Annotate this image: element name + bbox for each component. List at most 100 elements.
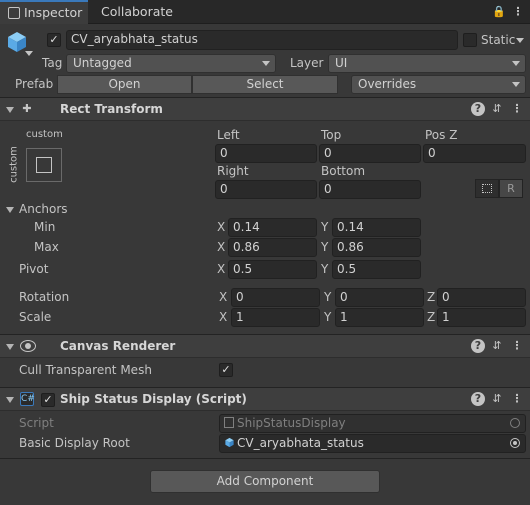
script-enabled-checkbox[interactable]: ✓ bbox=[41, 393, 55, 407]
bottom-field[interactable]: 0 bbox=[319, 180, 421, 199]
chevron-down-icon bbox=[262, 61, 270, 66]
foldout-arrow-icon[interactable] bbox=[6, 107, 14, 113]
right-value: 0 bbox=[220, 182, 228, 196]
object-name-field[interactable]: CV_aryabhata_status bbox=[66, 30, 458, 50]
max-y-value: 0.86 bbox=[337, 240, 364, 254]
rotation-z-value: 0 bbox=[442, 290, 450, 304]
tag-dropdown[interactable]: Untagged bbox=[66, 54, 276, 73]
prefab-select-button[interactable]: Select bbox=[192, 75, 338, 94]
presets-icon[interactable]: ⇵ bbox=[490, 392, 504, 406]
posz-field[interactable]: 0 bbox=[423, 144, 526, 163]
left-label: Left bbox=[217, 128, 240, 142]
max-x-field[interactable]: 0.86 bbox=[228, 238, 317, 257]
component-menu-icon[interactable]: ⋮ bbox=[510, 102, 524, 116]
help-icon[interactable]: ? bbox=[471, 102, 485, 116]
right-label: Right bbox=[217, 164, 249, 178]
bottom-value: 0 bbox=[324, 182, 332, 196]
basic-display-root-field[interactable]: CV_aryabhata_status bbox=[219, 434, 526, 453]
component-menu-icon[interactable]: ⋮ bbox=[510, 339, 524, 353]
tab-inspector[interactable]: Inspector bbox=[0, 0, 88, 24]
script-icon: C# bbox=[20, 392, 35, 406]
rotation-z-label: Z bbox=[427, 290, 436, 304]
inspector-icon bbox=[8, 7, 20, 19]
raw-edit-button[interactable]: R bbox=[499, 179, 523, 198]
scale-x-field[interactable]: 1 bbox=[231, 308, 320, 327]
top-field[interactable]: 0 bbox=[319, 144, 421, 163]
static-dropdown-icon[interactable] bbox=[516, 38, 524, 43]
ship-status-display-title: Ship Status Display (Script) bbox=[60, 392, 247, 406]
min-y-field[interactable]: 0.14 bbox=[332, 218, 421, 237]
component-menu-icon[interactable]: ⋮ bbox=[510, 392, 524, 406]
min-y-value: 0.14 bbox=[337, 220, 364, 234]
ship-status-display-header[interactable]: C# ✓ Ship Status Display (Script) ? ⇵ ⋮ bbox=[0, 387, 530, 411]
scale-z-value: 1 bbox=[442, 310, 450, 324]
blueprint-icon bbox=[482, 184, 492, 193]
scale-z-field[interactable]: 1 bbox=[437, 308, 526, 327]
icon-dropdown-icon[interactable] bbox=[25, 51, 33, 56]
tab-collaborate[interactable]: Collaborate bbox=[101, 0, 191, 24]
top-label: Top bbox=[321, 128, 342, 142]
pivot-x-field[interactable]: 0.5 bbox=[228, 260, 317, 279]
pivot-y-label: Y bbox=[321, 262, 329, 276]
object-picker-icon[interactable] bbox=[510, 438, 520, 448]
pivot-x-value: 0.5 bbox=[233, 262, 253, 276]
rect-transform-title: Rect Transform bbox=[60, 102, 163, 116]
anchor-preset-button[interactable] bbox=[26, 148, 62, 182]
canvas-renderer-title: Canvas Renderer bbox=[60, 339, 176, 353]
max-y-field[interactable]: 0.86 bbox=[332, 238, 421, 257]
rotation-x-field[interactable]: 0 bbox=[231, 288, 320, 307]
presets-icon[interactable]: ⇵ bbox=[490, 339, 504, 353]
left-value: 0 bbox=[220, 146, 228, 160]
cull-transparent-mesh-checkbox[interactable]: ✓ bbox=[219, 363, 233, 377]
right-field[interactable]: 0 bbox=[215, 180, 317, 199]
script-field: ShipStatusDisplay bbox=[219, 414, 526, 433]
max-x-label: X bbox=[217, 240, 226, 254]
prefab-label: Prefab bbox=[15, 77, 54, 91]
prefab-select-label: Select bbox=[246, 77, 284, 91]
scale-y-field[interactable]: 1 bbox=[335, 308, 424, 327]
rotation-z-field[interactable]: 0 bbox=[437, 288, 526, 307]
eye-icon bbox=[20, 340, 36, 352]
basic-display-root-value: CV_aryabhata_status bbox=[237, 436, 364, 450]
scale-x-label: X bbox=[219, 310, 228, 324]
pivot-y-field[interactable]: 0.5 bbox=[332, 260, 421, 279]
max-x-value: 0.86 bbox=[233, 240, 260, 254]
prefab-overrides-dropdown[interactable]: Overrides bbox=[351, 75, 526, 94]
left-field[interactable]: 0 bbox=[215, 144, 317, 163]
foldout-arrow-icon[interactable] bbox=[6, 397, 14, 403]
gameobject-icon bbox=[225, 437, 234, 448]
foldout-arrow-icon[interactable] bbox=[6, 344, 14, 350]
pivot-x-label: X bbox=[217, 262, 226, 276]
max-y-label: Y bbox=[321, 240, 329, 254]
active-toggle[interactable]: ✓ bbox=[47, 33, 61, 47]
layer-dropdown[interactable]: UI bbox=[328, 54, 526, 73]
static-toggle[interactable] bbox=[463, 33, 477, 47]
lock-icon[interactable]: 🔒 bbox=[492, 5, 506, 19]
scale-y-value: 1 bbox=[340, 310, 348, 324]
layer-value: UI bbox=[335, 56, 348, 70]
anchors-foldout-icon[interactable] bbox=[6, 207, 14, 213]
help-icon[interactable]: ? bbox=[471, 339, 485, 353]
more-options-icon[interactable]: ⋮ bbox=[511, 5, 525, 19]
add-component-button[interactable]: Add Component bbox=[150, 470, 380, 493]
anchors-label: Anchors bbox=[19, 202, 68, 216]
blueprint-mode-button[interactable] bbox=[475, 179, 499, 198]
scale-y-label: Y bbox=[324, 310, 332, 324]
rect-transform-header[interactable]: ✚ Rect Transform ? ⇵ ⋮ bbox=[0, 97, 530, 121]
tab-collaborate-label: Collaborate bbox=[101, 4, 173, 19]
divider bbox=[0, 458, 530, 459]
min-label: Min bbox=[34, 220, 56, 234]
rotation-y-field[interactable]: 0 bbox=[335, 288, 424, 307]
scale-label: Scale bbox=[19, 310, 52, 324]
basic-display-root-label: Basic Display Root bbox=[19, 436, 130, 450]
presets-icon[interactable]: ⇵ bbox=[490, 102, 504, 116]
min-x-field[interactable]: 0.14 bbox=[228, 218, 317, 237]
static-label: Static bbox=[481, 33, 516, 47]
chevron-down-icon bbox=[512, 61, 520, 66]
scale-x-value: 1 bbox=[236, 310, 244, 324]
min-x-label: X bbox=[217, 220, 226, 234]
canvas-renderer-header[interactable]: Canvas Renderer ? ⇵ ⋮ bbox=[0, 334, 530, 358]
prefab-open-button[interactable]: Open bbox=[57, 75, 192, 94]
help-icon[interactable]: ? bbox=[471, 392, 485, 406]
anchor-preset-top-label: custom bbox=[26, 129, 63, 140]
